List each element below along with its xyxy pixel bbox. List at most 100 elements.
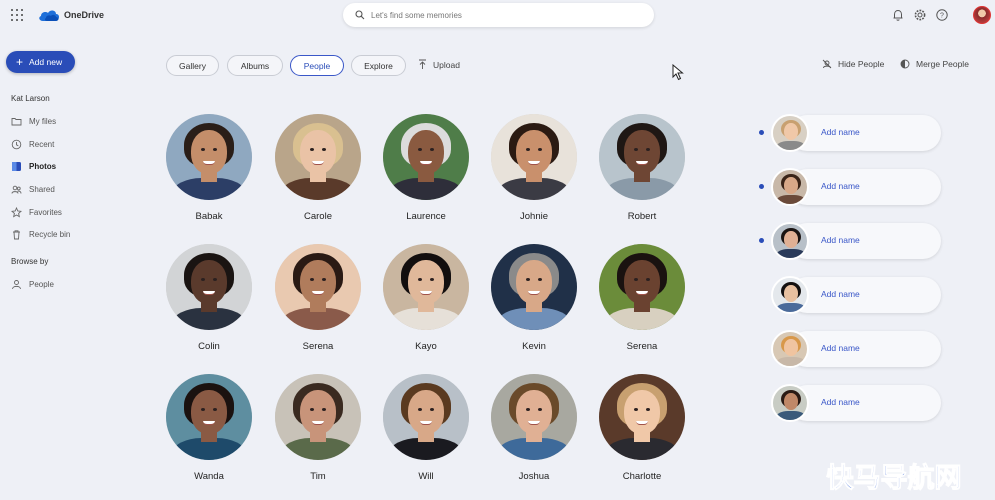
trash-icon [13,229,20,239]
person-photo [383,114,469,200]
tab-explore[interactable]: Explore [351,55,406,76]
person-card[interactable]: Serena [275,244,361,352]
sidebar-item-photos[interactable]: Photos [11,159,56,173]
suggested-person-photo [771,168,809,206]
search-input[interactable] [371,8,641,22]
person-name: Charlotte [622,471,662,482]
suggested-person[interactable]: Add name [771,276,941,314]
person-photo [491,114,577,200]
suggested-person-photo [771,384,809,422]
suggestion-card [789,115,941,151]
clock-icon [11,139,22,149]
person-card[interactable]: Tim [275,374,361,482]
sidebar-item-favorites[interactable]: Favorites [11,205,62,219]
upload-button[interactable]: Upload [418,59,460,70]
person-name: Robert [627,211,657,222]
tab-label: Albums [240,60,270,71]
search-icon [355,10,365,20]
new-indicator-dot [759,184,764,189]
suggestion-card [789,277,941,313]
add-name-link[interactable]: Add name [821,235,860,245]
svg-text:?: ? [940,13,944,20]
person-card[interactable]: Babak [166,114,252,222]
bell-icon[interactable] [891,8,905,22]
person-icon [12,279,21,289]
user-name: Kat Larson [11,94,50,103]
person-card[interactable]: Johnie [491,114,577,222]
sidebar-item-label: Photos [29,161,57,171]
suggested-person[interactable]: Add name [771,330,941,368]
suggested-person[interactable]: Add name [771,222,941,260]
person-card[interactable]: Carole [275,114,361,222]
person-card[interactable]: Charlotte [599,374,685,482]
new-indicator-dot [759,130,764,135]
add-name-link[interactable]: Add name [821,397,860,407]
tab-albums[interactable]: Albums [227,55,283,76]
account-avatar[interactable] [973,6,991,24]
person-photo [275,244,361,330]
person-photo [491,244,577,330]
new-indicator-dot [759,238,764,243]
tab-gallery[interactable]: Gallery [166,55,219,76]
merge-icon [900,59,910,69]
person-card[interactable]: Wanda [166,374,252,482]
person-name: Kayo [415,341,437,352]
person-photo [166,114,252,200]
person-name: Colin [198,341,220,352]
person-photo [383,244,469,330]
sidebar-item-shared[interactable]: Shared [11,182,55,196]
merge-people-button[interactable]: Merge People [900,59,969,69]
person-name: Wanda [194,471,224,482]
person-card[interactable]: Will [383,374,469,482]
person-card[interactable]: Joshua [491,374,577,482]
suggested-person-photo [771,222,809,260]
add-name-link[interactable]: Add name [821,343,860,353]
sidebar-item-label: People [29,279,54,289]
app-launcher-icon[interactable] [11,9,23,21]
suggested-person[interactable]: Add name [771,168,941,206]
browse-by-heading: Browse by [11,257,49,266]
suggested-person[interactable]: Add name [771,114,941,152]
add-name-link[interactable]: Add name [821,127,860,137]
gear-icon[interactable] [913,8,927,22]
tab-label: Gallery [179,60,206,71]
add-new-label: Add new [29,57,63,67]
person-photo [383,374,469,460]
person-card[interactable]: Robert [599,114,685,222]
person-name: Laurence [406,211,446,222]
search-box[interactable] [343,3,654,27]
person-name: Carole [304,211,332,222]
suggestion-card [789,223,941,259]
person-card[interactable]: Laurence [383,114,469,222]
sidebar-item-recent[interactable]: Recent [11,137,54,151]
sidebar-item-my-files[interactable]: My files [11,114,56,128]
folder-icon [11,117,22,125]
sidebar-item-label: Recent [29,139,55,149]
add-name-link[interactable]: Add name [821,289,860,299]
suggestion-card [789,331,941,367]
suggestion-card [789,385,941,421]
sidebar-item-recycle-bin[interactable]: Recycle bin [11,227,70,241]
person-photo [599,114,685,200]
onedrive-logo-icon [39,10,60,21]
person-photo [491,374,577,460]
sidebar-item-label: Favorites [29,207,62,217]
suggested-person[interactable]: Add name [771,384,941,422]
add-new-button[interactable]: + Add new [6,51,75,73]
mouse-cursor-icon [672,64,684,81]
person-card[interactable]: Serena [599,244,685,352]
person-photo [599,374,685,460]
person-card[interactable]: Kayo [383,244,469,352]
add-name-link[interactable]: Add name [821,181,860,191]
person-name: Kevin [522,341,546,352]
tab-label: People [303,60,331,71]
sidebar-item-people[interactable]: People [11,277,54,291]
person-card[interactable]: Kevin [491,244,577,352]
help-icon[interactable]: ? [935,8,949,22]
hide-people-button[interactable]: Hide People [822,59,884,69]
person-photo [599,244,685,330]
person-card[interactable]: Colin [166,244,252,352]
people-icon [11,185,22,194]
suggested-person-photo [771,276,809,314]
tab-people[interactable]: People [290,55,344,76]
